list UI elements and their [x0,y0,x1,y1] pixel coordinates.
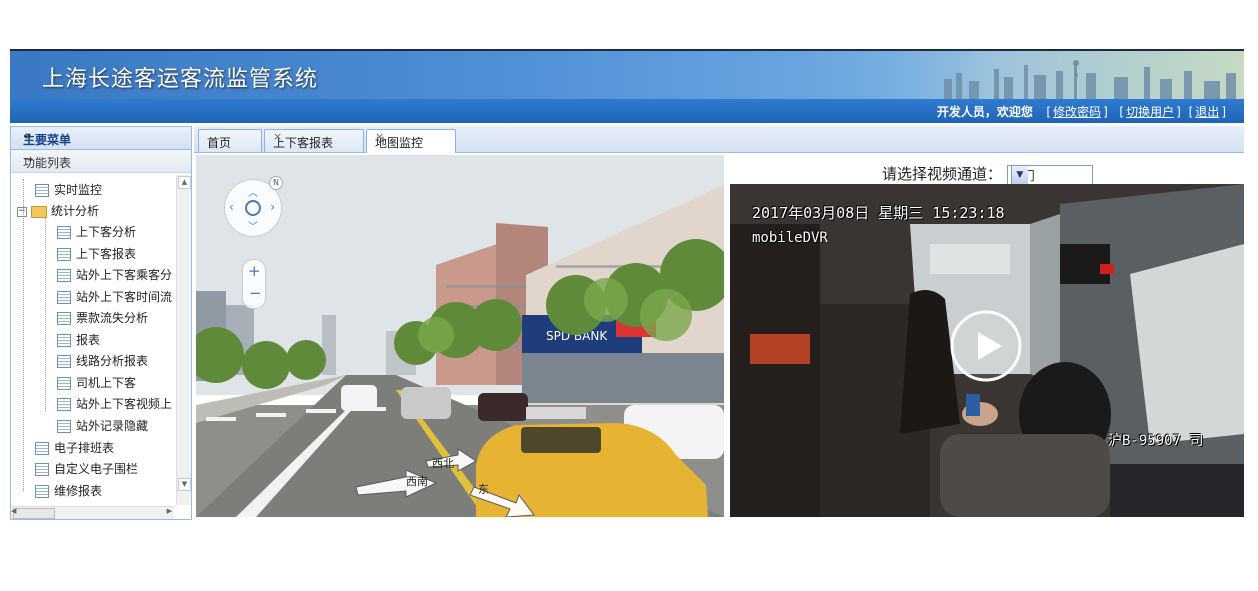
function-list-header[interactable]: 功能列表 − [11,150,191,173]
folder-open-icon [31,205,47,218]
change-password-link[interactable]: 修改密码 [1053,105,1101,119]
sidebar-item-route-analysis[interactable]: 线路分析报表 [57,352,148,372]
rotate-icon[interactable] [245,200,261,216]
pan-down-icon[interactable]: ﹀ [248,218,258,233]
table-icon [35,442,49,455]
tab-map-monitor[interactable]: 地图监控 × [366,129,456,153]
sidebar-item-driver-boarding[interactable]: 司机上下客 [57,374,136,394]
tab-home[interactable]: 首页 [198,129,262,152]
table-icon [57,398,71,411]
table-icon [57,334,71,347]
logout-link[interactable]: 退出 [1195,105,1219,119]
channel-select[interactable]: 前门 ▼ [1006,164,1093,185]
table-icon [57,291,71,304]
scroll-left-icon[interactable]: ◀ [11,507,16,515]
sidebar-item-boarding-report[interactable]: 上下客报表 [57,245,136,265]
video-player[interactable]: 2017年03月08日 星期三 15:23:18 mobileDVR 沪B-95… [730,184,1244,517]
table-icon [57,355,71,368]
sidebar-vertical-scrollbar[interactable]: ▲ ▼ [176,175,191,505]
table-icon [35,485,49,498]
sidebar-item-offsite-passenger[interactable]: 站外上下客乘客分 [57,266,172,286]
sidebar-item-report[interactable]: 报表 [57,331,100,351]
app-title: 上海长途客运客流监管系统 [42,67,319,92]
sidebar-item-offsite-time[interactable]: 站外上下客时间流 [57,288,172,308]
collapse-node-icon[interactable]: − [17,206,27,217]
sidebar-item-geofence[interactable]: 自定义电子围栏 [35,460,138,480]
scroll-down-icon[interactable]: ▼ [178,478,191,491]
close-tab-icon[interactable]: × [375,130,451,143]
sidebar-item-schedule[interactable]: 电子排班表 [35,439,114,459]
table-icon [57,377,71,390]
scroll-right-icon[interactable]: ▶ [167,507,172,515]
compass-icon: N [269,176,283,190]
street-view-panorama[interactable]: SPD BANK 西北 西南 东 N ︿ ﹀ ‹ › + − [196,155,724,517]
sidebar-horizontal-scrollbar[interactable]: ◀ ▶ [11,506,174,519]
table-icon [35,463,49,476]
sidebar-item-statistics[interactable]: − 统计分析 [17,202,99,222]
video-device-label: mobileDVR [752,230,828,246]
menu-tree: 实时监控 − 统计分析 上下客分析 上下客报表 站外上下客乘客分 站外上下客时间流… [11,175,174,505]
video-plate-label: 沪B-95907 司 [1108,433,1204,449]
table-icon [57,269,71,282]
video-panel: 请选择视频通道： 前门 ▼ [730,155,1244,517]
table-icon [35,184,49,197]
city-skyline-image [824,51,1244,99]
user-greeting: 开发人员，欢迎您 [936,105,1033,119]
video-timestamp: 2017年03月08日 星期三 15:23:18 [752,204,1005,222]
header-banner: 上海长途客运客流监管系统 [10,49,1244,99]
collapse-sidebar-icon[interactable]: « [23,129,185,144]
sidebar: 主要菜单 « 功能列表 − 实时监控 − 统计分析 上下客分析 上下客报表 站外上… [10,126,192,520]
table-icon [57,420,71,433]
road-label-east: 东 [478,483,489,496]
app-window: 上海长途客运客流监管系统 开发人员，欢迎您 [修改密码] [切换用户] … [10,49,1244,520]
table-icon [57,248,71,261]
sidebar-item-fare-loss[interactable]: 票款流失分析 [57,309,148,329]
scroll-up-icon[interactable]: ▲ [178,176,191,189]
zoom-control: + − [242,259,266,309]
road-label-southwest: 西南 [406,475,428,488]
sidebar-item-offsite-hidden[interactable]: 站外记录隐藏 [57,417,148,437]
zoom-in-icon[interactable]: + [248,262,261,280]
channel-selector-row: 请选择视频通道： 前门 ▼ [882,163,1093,185]
tab-strip: 首页 上下客报表 × 地图监控 × [194,126,1244,153]
sidebar-item-realtime-monitor[interactable]: 实时监控 [35,181,102,201]
switch-user-link[interactable]: 切换用户 [1126,105,1174,119]
table-icon [57,226,71,239]
road-label-northwest: 西北 [432,457,454,470]
pan-left-icon[interactable]: ‹ [229,200,234,214]
close-tab-icon[interactable]: × [273,130,359,143]
chevron-down-icon[interactable]: ▼ [1010,165,1028,184]
pan-control[interactable]: N ︿ ﹀ ‹ › [224,176,283,237]
collapse-section-icon[interactable]: − [23,152,183,167]
sidebar-item-boarding-analysis[interactable]: 上下客分析 [57,223,136,243]
pan-right-icon[interactable]: › [270,200,275,214]
zoom-out-icon[interactable]: − [249,284,262,302]
sidebar-header: 主要菜单 « [11,127,191,150]
tab-boarding-report[interactable]: 上下客报表 × [264,129,364,152]
channel-label: 请选择视频通道： [882,165,1003,183]
table-icon [57,312,71,325]
pan-up-icon[interactable]: ︿ [248,184,258,199]
sidebar-item-offsite-video[interactable]: 站外上下客视频上 [57,395,172,415]
sidebar-item-maintenance[interactable]: 维修报表 [35,482,102,502]
user-bar: 开发人员，欢迎您 [修改密码] [切换用户] [退出] [10,99,1244,123]
